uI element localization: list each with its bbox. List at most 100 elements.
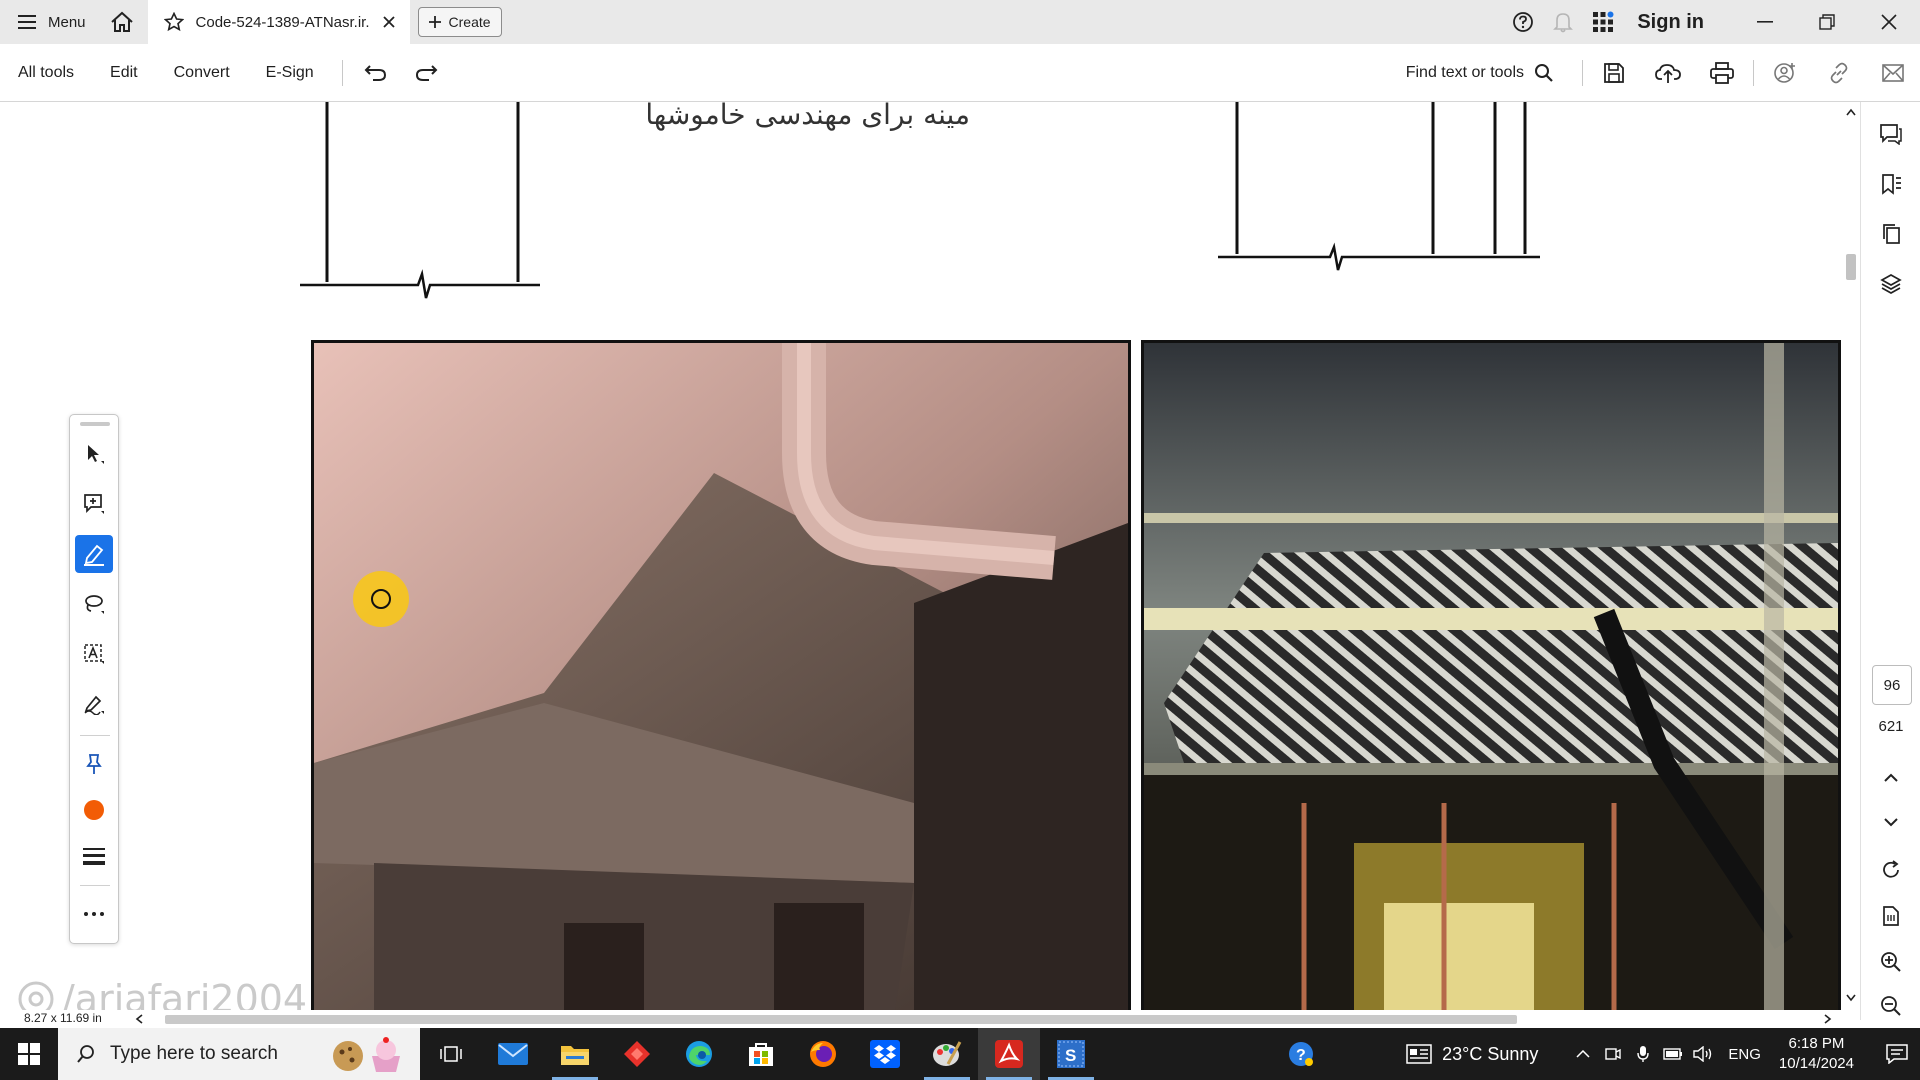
taskbar-search[interactable]: Type here to search xyxy=(58,1028,420,1080)
page-display-button[interactable] xyxy=(1871,896,1911,936)
more-tools-button[interactable] xyxy=(75,895,113,933)
comments-panel-button[interactable] xyxy=(1871,114,1911,154)
bookmarks-panel-button[interactable] xyxy=(1871,164,1911,204)
share-user-button[interactable] xyxy=(1758,44,1812,102)
redo-button[interactable] xyxy=(401,44,451,102)
show-hidden-icons[interactable] xyxy=(1568,1028,1598,1080)
store-bag-icon xyxy=(749,1043,773,1066)
microphone-tray-icon[interactable] xyxy=(1628,1028,1658,1080)
notifications-button[interactable] xyxy=(1543,0,1583,44)
camera-tray-icon[interactable] xyxy=(1598,1028,1628,1080)
copy-link-button[interactable] xyxy=(1812,44,1866,102)
firefox-app[interactable] xyxy=(792,1028,854,1080)
tab-title: Code-524-1389-ATNasr.ir... xyxy=(195,13,370,31)
star-icon[interactable] xyxy=(163,12,184,32)
rotate-button[interactable] xyxy=(1871,850,1911,890)
task-view-button[interactable] xyxy=(420,1028,482,1080)
start-button[interactable] xyxy=(0,1028,58,1080)
document-tab[interactable]: Code-524-1389-ATNasr.ir... xyxy=(147,0,410,44)
zoom-in-button[interactable] xyxy=(1871,942,1911,982)
horizontal-scrollbar[interactable] xyxy=(0,1010,1842,1028)
windows-taskbar: Type here to search S ? 23°C Sunny ENG 6… xyxy=(0,1028,1920,1080)
next-page-button[interactable] xyxy=(1871,802,1911,842)
edge-browser-app[interactable] xyxy=(668,1028,730,1080)
scroll-right-icon[interactable] xyxy=(1824,1014,1832,1024)
edit-menu[interactable]: Edit xyxy=(92,44,156,102)
battery-tray-icon[interactable] xyxy=(1658,1028,1688,1080)
dropbox-app[interactable] xyxy=(854,1028,916,1080)
plus-icon xyxy=(428,16,441,28)
previous-page-button[interactable] xyxy=(1871,758,1911,798)
create-button[interactable]: Create xyxy=(417,7,502,37)
clock-time: 6:18 PM xyxy=(1788,1035,1845,1052)
input-language[interactable]: ENG xyxy=(1728,1046,1761,1063)
current-page-input[interactable]: 96 xyxy=(1872,665,1912,705)
sign-in-button[interactable]: Sign in xyxy=(1637,11,1704,34)
acrobat-reader-app[interactable] xyxy=(978,1028,1040,1080)
file-explorer-app[interactable] xyxy=(544,1028,606,1080)
zoom-out-button[interactable] xyxy=(1871,986,1911,1026)
convert-menu[interactable]: Convert xyxy=(156,44,248,102)
upload-button[interactable] xyxy=(1641,44,1695,102)
help-bubble-icon: ? xyxy=(1289,1042,1314,1066)
sign-tool[interactable] xyxy=(75,685,113,723)
vertical-scrollbar[interactable] xyxy=(1842,102,1860,1020)
save-button[interactable] xyxy=(1587,44,1641,102)
draw-freeform-tool[interactable] xyxy=(75,585,113,623)
layers-icon xyxy=(1880,274,1902,294)
page-thumbnails-button[interactable] xyxy=(1871,214,1911,254)
apps-button[interactable] xyxy=(1583,0,1623,44)
home-button[interactable] xyxy=(100,0,144,44)
grille-photo-image xyxy=(1144,343,1838,1017)
restore-button[interactable] xyxy=(1796,0,1858,44)
add-comment-tool[interactable] xyxy=(75,485,113,523)
chevron-up-icon xyxy=(1884,773,1898,782)
search-icon xyxy=(77,1045,94,1063)
highlight-tool[interactable] xyxy=(75,535,113,573)
edge-browser-icon xyxy=(686,1041,712,1067)
close-window-button[interactable] xyxy=(1858,0,1920,44)
all-tools-menu[interactable]: All tools xyxy=(0,44,92,102)
line-weight-tool[interactable] xyxy=(75,837,113,875)
cursor-ring xyxy=(371,589,391,609)
minimize-button[interactable] xyxy=(1734,0,1796,44)
anydesk-app[interactable] xyxy=(606,1028,668,1080)
help-tray-button[interactable]: ? xyxy=(1286,1028,1316,1080)
find-text-or-tools[interactable]: Find text or tools xyxy=(1406,63,1578,83)
menu-button[interactable]: Menu xyxy=(0,0,100,44)
add-text-tool[interactable] xyxy=(75,635,113,673)
print-button[interactable] xyxy=(1695,44,1749,102)
mail-app[interactable] xyxy=(482,1028,544,1080)
photo-louvre-grille xyxy=(1141,340,1841,1020)
close-tab-icon[interactable] xyxy=(382,15,396,29)
scroll-up-icon[interactable] xyxy=(1846,108,1856,116)
weather-widget[interactable]: 23°C Sunny xyxy=(1406,1044,1538,1065)
screen-recorder-app[interactable]: S xyxy=(1040,1028,1102,1080)
redo-icon xyxy=(415,64,438,81)
folder-icon xyxy=(561,1046,589,1065)
undo-button[interactable] xyxy=(351,44,401,102)
horizontal-scroll-thumb[interactable] xyxy=(165,1015,1517,1024)
help-button[interactable] xyxy=(1503,0,1543,44)
layers-panel-button[interactable] xyxy=(1871,264,1911,304)
clock[interactable]: 6:18 PM 10/14/2024 xyxy=(1779,1034,1854,1074)
scroll-down-icon[interactable] xyxy=(1846,994,1856,1002)
notification-center-button[interactable] xyxy=(1874,1028,1920,1080)
title-bar: Menu Code-524-1389-ATNasr.ir... Create S… xyxy=(0,0,1920,44)
vertical-scroll-thumb[interactable] xyxy=(1846,254,1856,280)
paint-app[interactable] xyxy=(916,1028,978,1080)
pin-tool[interactable] xyxy=(75,745,113,783)
select-tool[interactable] xyxy=(75,435,113,473)
scroll-left-icon[interactable] xyxy=(135,1014,143,1024)
minimize-icon xyxy=(1757,21,1773,23)
e-sign-menu[interactable]: E-Sign xyxy=(248,44,332,102)
document-viewport[interactable]: مینه برای مهندسی خاموشها xyxy=(0,102,1842,1020)
microsoft-store-app[interactable] xyxy=(730,1028,792,1080)
volume-tray-icon[interactable] xyxy=(1688,1028,1718,1080)
email-button[interactable] xyxy=(1866,44,1920,102)
color-swatch-icon xyxy=(84,800,104,820)
palette-grip[interactable] xyxy=(80,422,110,426)
notification-icon xyxy=(1886,1044,1908,1064)
pointer-arrow-icon xyxy=(88,445,104,464)
color-picker[interactable] xyxy=(75,791,113,829)
